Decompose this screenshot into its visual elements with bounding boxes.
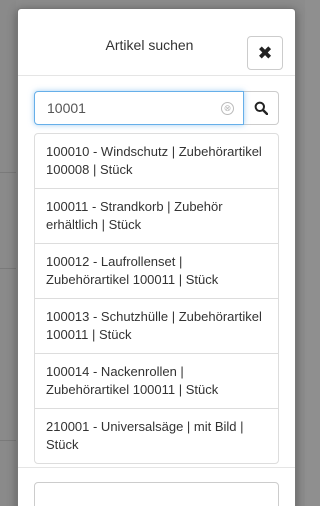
background-page: [0, 0, 16, 506]
list-item[interactable]: 100013 - Schutzhülle | Zubehörartikel 10…: [35, 299, 278, 354]
list-item[interactable]: 100012 - Laufrollenset | Zubehörartikel …: [35, 244, 278, 299]
modal-header: Artikel suchen ✖: [18, 9, 295, 76]
list-item[interactable]: 210001 - Universalsäge | mit Bild | Stüc…: [35, 409, 278, 463]
list-item[interactable]: 100014 - Nackenrollen | Zubehörartikel 1…: [35, 354, 278, 409]
close-button[interactable]: ✖: [247, 36, 283, 70]
search-icon: [254, 101, 268, 115]
search-field: ⊗: [34, 91, 244, 125]
search-results-list: 100010 - Windschutz | Zubehörartikel 100…: [34, 133, 279, 464]
background-divider: [0, 172, 16, 173]
search-button[interactable]: [244, 91, 279, 125]
list-item[interactable]: 100011 - Strandkorb | Zubehör erhältlich…: [35, 189, 278, 244]
list-item[interactable]: 100010 - Windschutz | Zubehörartikel 100…: [35, 134, 278, 189]
close-icon: ✖: [257, 42, 273, 63]
modal-body: ⊗ 100010 - Windschutz | Zubehörartikel 1…: [18, 91, 295, 464]
background-divider: [0, 268, 16, 269]
search-input[interactable]: [35, 92, 243, 124]
clear-icon[interactable]: ⊗: [221, 102, 234, 115]
search-row: ⊗: [34, 91, 279, 125]
footer-button[interactable]: [34, 482, 279, 506]
article-search-modal: Artikel suchen ✖ ⊗ 100010 - Windschutz |…: [17, 8, 296, 506]
modal-footer: [18, 467, 295, 506]
background-divider: [0, 440, 16, 441]
